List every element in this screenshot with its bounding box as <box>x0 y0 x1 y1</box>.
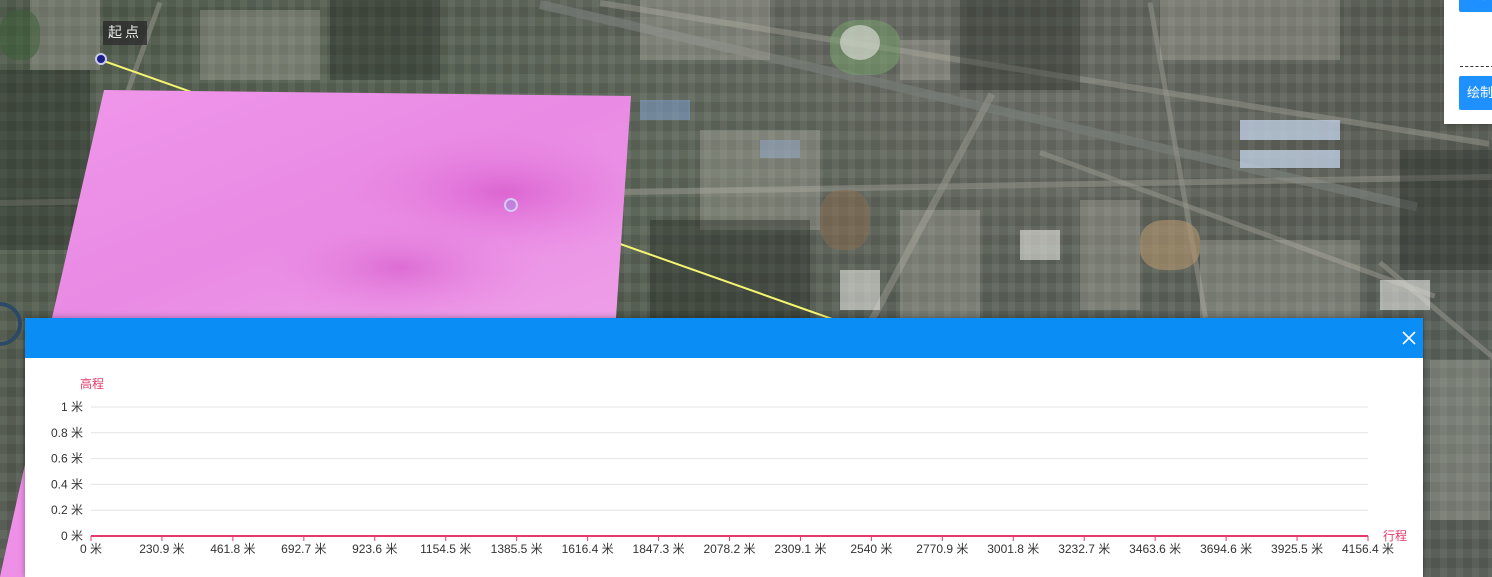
profile-panel-header <box>25 318 1423 358</box>
y-tick-label: 0 米 <box>61 529 83 543</box>
y-axis-label: 高程 <box>80 376 104 391</box>
start-point-marker[interactable] <box>95 53 107 65</box>
x-tick-label: 692.7 米 <box>281 542 326 556</box>
x-tick-label: 3463.6 米 <box>1129 542 1181 556</box>
x-tick-label: 923.6 米 <box>352 542 397 556</box>
y-tick-label: 0.4 米 <box>51 477 83 491</box>
draw-button-top[interactable]: 绘制 <box>1459 0 1492 12</box>
draw-button[interactable]: 绘制 <box>1459 76 1492 110</box>
profile-point-marker[interactable] <box>504 198 518 212</box>
x-tick-label: 1154.5 米 <box>420 542 471 556</box>
x-tick-label: 2540 米 <box>850 542 892 556</box>
draw-tool-panel: 绘制 绘制 <box>1444 0 1492 124</box>
x-tick-label: 2078.2 米 <box>703 542 755 556</box>
x-tick-label: 1385.5 米 <box>491 542 543 556</box>
x-tick-label: 3232.7 米 <box>1058 542 1110 556</box>
x-tick-label: 0 米 <box>80 542 102 556</box>
y-tick-label: 0.8 米 <box>51 426 83 440</box>
y-tick-label: 0.6 米 <box>51 452 83 466</box>
elevation-profile-panel: 0 米 0.2 米 0.4 米 0.6 米 0.8 米 1 米 0 米 230.9 米 461.… <box>25 318 1423 577</box>
x-tick-label: 3694.6 米 <box>1200 542 1252 556</box>
x-tick-label: 4156.4 米 <box>1342 542 1394 556</box>
x-tick-label: 230.9 米 <box>139 542 184 556</box>
y-tick-label: 1 米 <box>61 400 83 414</box>
x-tick-label: 3001.8 米 <box>987 542 1039 556</box>
x-tick-label: 3925.5 米 <box>1271 542 1323 556</box>
x-tick-label: 1616.4 米 <box>562 542 614 556</box>
start-point-label: 起点 <box>103 21 147 45</box>
x-tick-label: 1847.3 米 <box>633 542 685 556</box>
x-tick-label: 2309.1 米 <box>774 542 826 556</box>
y-tick-label: 0.2 米 <box>51 503 83 517</box>
panel-divider <box>1460 66 1492 67</box>
elevation-profile-chart: 0 米 0.2 米 0.4 米 0.6 米 0.8 米 1 米 0 米 230.9 米 461.… <box>51 376 1407 556</box>
close-icon[interactable] <box>1399 328 1419 348</box>
x-tick-label: 2770.9 米 <box>916 542 968 556</box>
x-tick-label: 461.8 米 <box>210 542 255 556</box>
x-axis-label: 行程 <box>1383 528 1407 543</box>
